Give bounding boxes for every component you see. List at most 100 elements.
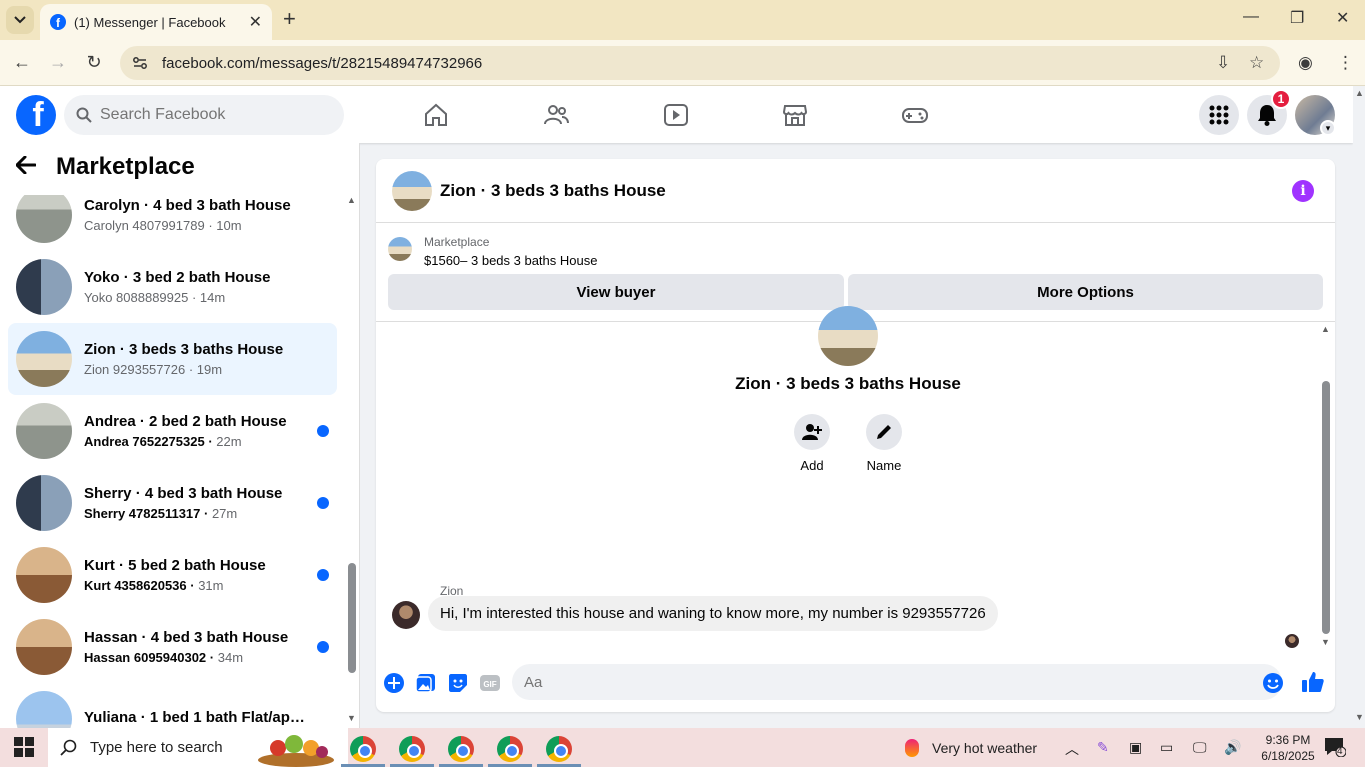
- conversation-time: 31m: [198, 578, 224, 593]
- bell-icon: [1258, 105, 1276, 126]
- conversation-item-sherry[interactable]: Sherry · 4 bed 3 bath House Sherry 47825…: [8, 467, 337, 539]
- tab-title: (1) Messenger | Facebook: [74, 14, 226, 30]
- back-icon[interactable]: ←: [11, 52, 33, 73]
- windows-start-icon[interactable]: [14, 737, 34, 757]
- read-receipt-avatar: [1285, 634, 1299, 648]
- facebook-search-input[interactable]: [100, 106, 320, 124]
- chat-scroll-up-icon[interactable]: ▲: [1321, 324, 1330, 334]
- tab-close-icon[interactable]: ✕: [249, 12, 262, 32]
- forward-icon[interactable]: →: [47, 52, 69, 73]
- view-buyer-button[interactable]: View buyer: [388, 274, 844, 310]
- volume-icon[interactable]: 🔊: [1224, 739, 1241, 756]
- window-close-icon[interactable]: ✕: [1336, 8, 1349, 28]
- chrome-app-icon[interactable]: [350, 736, 376, 762]
- scroll-up-icon[interactable]: ▲: [347, 195, 356, 205]
- conversation-name: Sherry · 4 bed 3 bath House: [84, 485, 283, 502]
- sticker-icon[interactable]: [447, 672, 469, 694]
- thumbs-up-icon[interactable]: [1301, 670, 1325, 694]
- chat-scroll-down-icon[interactable]: ▼: [1321, 637, 1330, 647]
- chevron-down-icon: [14, 16, 26, 24]
- taskbar-clock[interactable]: 9:36 PM 6/18/2025: [1258, 732, 1318, 764]
- browser-menu-icon[interactable]: ⋮: [1337, 53, 1354, 73]
- install-app-icon[interactable]: ⇩: [1216, 53, 1230, 73]
- message-bubble[interactable]: Hi, I'm interested this house and waning…: [428, 596, 998, 631]
- browser-tab-messenger[interactable]: f (1) Messenger | Facebook ✕: [40, 4, 272, 40]
- add-person-icon[interactable]: [794, 414, 830, 450]
- plus-circle-icon[interactable]: [383, 672, 405, 694]
- marketplace-listing-card[interactable]: Marketplace $1560– 3 beds 3 baths House: [388, 235, 597, 268]
- home-icon[interactable]: [423, 102, 449, 128]
- page-scroll-up-icon[interactable]: ▲: [1355, 88, 1364, 98]
- pencil-icon[interactable]: [866, 414, 902, 450]
- message-thread: Zion · 3 beds 3 baths House Add Name Zio…: [376, 306, 1335, 652]
- video-icon[interactable]: [663, 102, 689, 128]
- chrome-app-icon[interactable]: [448, 736, 474, 762]
- unread-dot-icon: [317, 569, 329, 581]
- conversation-item-kurt[interactable]: Kurt · 5 bed 2 bath House Kurt 435862053…: [8, 539, 337, 611]
- chrome-app-icon[interactable]: [399, 736, 425, 762]
- conversation-list-scrollbar[interactable]: [346, 195, 356, 720]
- battery-icon[interactable]: ▭: [1160, 739, 1173, 756]
- new-tab-icon[interactable]: +: [283, 8, 296, 30]
- weather-text[interactable]: Very hot weather: [932, 740, 1037, 756]
- tray-chevron-up-icon[interactable]: ︿: [1065, 739, 1079, 759]
- marketplace-icon[interactable]: [782, 102, 808, 128]
- network-icon[interactable]: 🖵: [1193, 739, 1207, 756]
- meet-now-icon[interactable]: ▣: [1129, 739, 1142, 756]
- friends-icon[interactable]: [543, 102, 569, 128]
- menu-button[interactable]: [1199, 95, 1239, 135]
- facebook-header: f: [0, 86, 1353, 143]
- restore-icon[interactable]: ❐: [1290, 8, 1304, 28]
- name-action[interactable]: Name: [854, 414, 914, 473]
- bookmark-star-icon[interactable]: ☆: [1249, 53, 1264, 73]
- conversation-time: 19m: [196, 362, 223, 377]
- scroll-down-icon[interactable]: ▼: [347, 713, 356, 723]
- photo-icon[interactable]: [415, 672, 437, 694]
- scrollbar-thumb[interactable]: [348, 563, 356, 673]
- conversation-name: Kurt · 5 bed 2 bath House: [84, 557, 266, 574]
- back-arrow-icon[interactable]: [15, 153, 48, 181]
- conversation-name: Hassan · 4 bed 3 bath House: [84, 629, 289, 646]
- pen-icon[interactable]: ✎: [1097, 739, 1109, 756]
- profile-icon[interactable]: ◉: [1298, 53, 1313, 73]
- chrome-app-icon[interactable]: [546, 736, 572, 762]
- tab-search-button[interactable]: [6, 6, 34, 34]
- chrome-app-icon[interactable]: [497, 736, 523, 762]
- listing-thumbnail: [16, 619, 72, 675]
- conversation-item-carolyn[interactable]: Carolyn · 4 bed 3 bath House Carolyn 480…: [8, 195, 337, 251]
- page-scroll-down-icon[interactable]: ▼: [1355, 712, 1364, 722]
- more-options-button[interactable]: More Options: [848, 274, 1323, 310]
- emoji-icon[interactable]: [1262, 672, 1284, 694]
- conversation-time: 22m: [216, 434, 242, 449]
- gif-icon[interactable]: GIF: [479, 672, 501, 694]
- sender-avatar[interactable]: [392, 601, 420, 629]
- marketplace-label: Marketplace: [424, 235, 490, 249]
- conversation-item-zion[interactable]: Zion · 3 beds 3 baths House Zion 9293557…: [8, 323, 337, 395]
- conversation-item-andrea[interactable]: Andrea · 2 bed 2 bath House Andrea 76522…: [8, 395, 337, 467]
- reload-icon[interactable]: ↻: [83, 52, 105, 73]
- address-bar[interactable]: facebook.com/messages/t/2821548947473296…: [120, 46, 1280, 80]
- page-scrollbar[interactable]: ▲ ▼: [1353, 86, 1365, 728]
- add-action[interactable]: Add: [782, 414, 842, 473]
- conversation-preview: Zion 9293557726: [84, 362, 186, 377]
- info-icon[interactable]: i: [1292, 180, 1314, 202]
- conversation-item-yoko[interactable]: Yoko · 3 bed 2 bath House Yoko 808888992…: [8, 251, 337, 323]
- conversation-item-yuliana[interactable]: Yuliana · 1 bed 1 bath Flat/apart...: [8, 683, 337, 728]
- account-chevron-icon[interactable]: ▾: [1320, 120, 1336, 136]
- windows-taskbar: Type here to search Very hot weather ︿ ✎…: [0, 728, 1365, 767]
- thermometer-icon[interactable]: [905, 739, 919, 757]
- conversation-time: 10m: [216, 218, 242, 233]
- conversation-preview: Hassan 6095940302: [84, 650, 207, 665]
- site-settings-icon[interactable]: [132, 55, 148, 71]
- chat-scrollbar-thumb[interactable]: [1322, 381, 1330, 634]
- conversation-item-hassan[interactable]: Hassan · 4 bed 3 bath House Hassan 60959…: [8, 611, 337, 683]
- conversation-name: Yuliana · 1 bed 1 bath Flat/apart...: [84, 708, 310, 726]
- facebook-search[interactable]: [64, 95, 344, 135]
- svg-text:GIF: GIF: [483, 680, 496, 689]
- unread-dot-icon: [317, 497, 329, 509]
- gaming-icon[interactable]: [902, 102, 928, 128]
- message-input[interactable]: [512, 664, 1282, 700]
- facebook-logo-icon[interactable]: f: [16, 95, 56, 135]
- minimize-icon[interactable]: —: [1243, 8, 1259, 26]
- chat-header[interactable]: Zion · 3 beds 3 baths House: [376, 159, 1335, 223]
